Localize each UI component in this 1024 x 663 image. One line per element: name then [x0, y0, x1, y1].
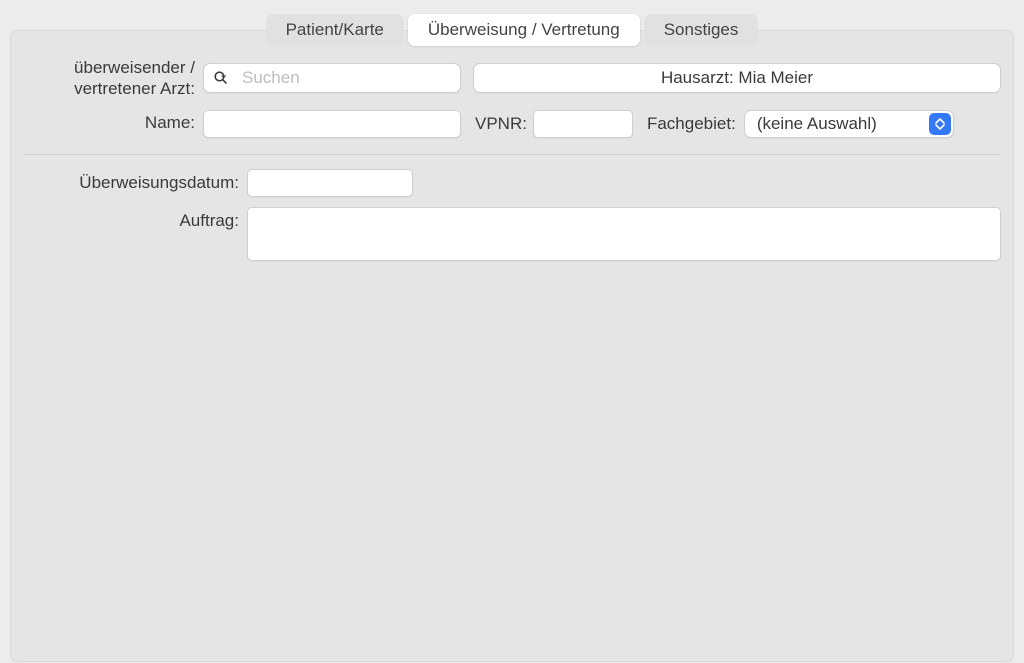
- hausarzt-button-label: Hausarzt: Mia Meier: [661, 68, 813, 88]
- tab-bar: Patient/Karte Überweisung / Vertretung S…: [0, 0, 1024, 46]
- search-icon: [213, 70, 233, 86]
- tab-ueberweisung[interactable]: Überweisung / Vertretung: [408, 14, 640, 46]
- fachgebiet-select-value: (keine Auswahl): [757, 114, 877, 134]
- label-fachgebiet: Fachgebiet:: [647, 114, 736, 134]
- tab-sonstiges[interactable]: Sonstiges: [644, 14, 759, 46]
- label-vpnr: VPNR:: [475, 114, 527, 134]
- label-ueberweisungsdatum: Überweisungsdatum:: [23, 173, 247, 193]
- name-input[interactable]: [203, 110, 461, 138]
- fachgebiet-select[interactable]: (keine Auswahl): [744, 110, 954, 138]
- row-datum: Überweisungsdatum:: [23, 169, 1001, 197]
- label-auftrag: Auftrag:: [23, 207, 247, 231]
- row-auftrag: Auftrag:: [23, 207, 1001, 261]
- row-name: Name: VPNR: Fachgebiet: (keine Auswahl): [23, 110, 1001, 138]
- separator: [23, 154, 1001, 155]
- row-arzt: überweisender / vertretener Arzt: Hausar…: [23, 57, 1001, 100]
- fachgebiet-select-wrapper: (keine Auswahl): [744, 110, 954, 138]
- label-ueberweisender-arzt: überweisender / vertretener Arzt:: [23, 57, 203, 100]
- auftrag-textarea[interactable]: [247, 207, 1001, 261]
- label-name: Name:: [23, 113, 203, 133]
- arzt-search-wrapper: [203, 63, 461, 93]
- tab-patient[interactable]: Patient/Karte: [266, 14, 404, 46]
- ueberweisungsdatum-input[interactable]: [247, 169, 413, 197]
- hausarzt-button[interactable]: Hausarzt: Mia Meier: [473, 63, 1001, 93]
- arzt-search-input[interactable]: [203, 63, 461, 93]
- updown-icon[interactable]: [929, 113, 951, 135]
- content-panel: überweisender / vertretener Arzt: Hausar…: [10, 30, 1014, 662]
- vpnr-input[interactable]: [533, 110, 633, 138]
